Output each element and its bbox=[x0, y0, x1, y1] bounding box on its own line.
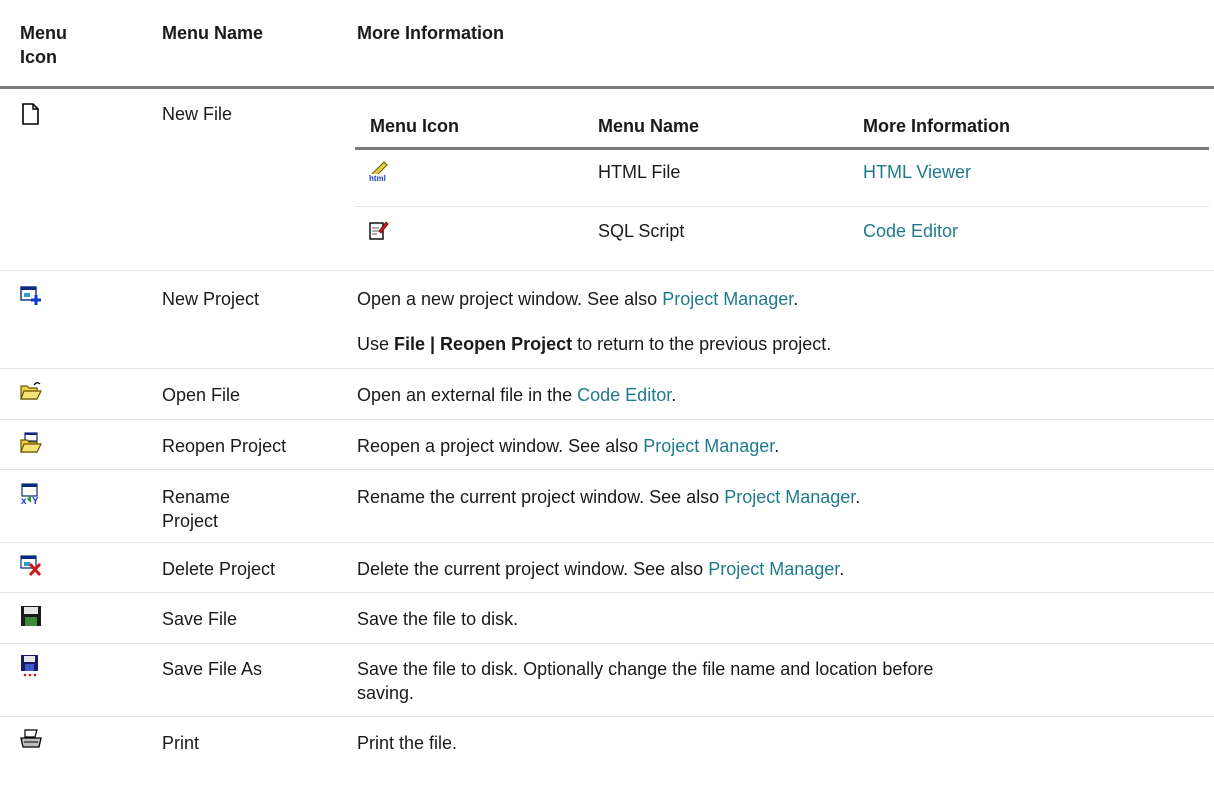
row-divider bbox=[0, 419, 1214, 420]
code-editor-link[interactable]: Code Editor bbox=[577, 385, 671, 405]
row-open-file-name: Open File bbox=[162, 385, 241, 405]
reopen-hint-pre: Use bbox=[357, 334, 395, 354]
row-divider bbox=[0, 270, 1214, 271]
project-manager-link[interactable]: Project Manager bbox=[724, 487, 855, 507]
row-divider bbox=[0, 542, 1214, 543]
html-file-icon: html bbox=[369, 161, 389, 182]
sql-script-icon bbox=[369, 221, 389, 240]
subtable-divider bbox=[355, 206, 1209, 207]
punct: . bbox=[839, 559, 845, 579]
header-rule bbox=[0, 86, 1214, 89]
project-manager-link[interactable]: Project Manager bbox=[662, 289, 793, 309]
header-menu-icon-text: Menu Icon bbox=[20, 23, 67, 67]
save-file-as-icon bbox=[21, 655, 38, 677]
row-new-project-info-text: Open a new project window. See also bbox=[357, 289, 663, 309]
subtable-header-icon: Menu Icon bbox=[370, 116, 459, 136]
row-new-project-info-2: Use File | Reopen Project to return to t… bbox=[357, 332, 831, 356]
row-rename-project-info-text: Rename the current project window. See a… bbox=[357, 487, 725, 507]
punct: . bbox=[671, 385, 677, 405]
row-rename-project-name-line2: Project bbox=[162, 511, 219, 531]
project-manager-link[interactable]: Project Manager bbox=[643, 436, 774, 456]
header-menu-icon: Menu Icon bbox=[20, 21, 100, 69]
svg-text:Y: Y bbox=[32, 496, 39, 505]
row-print-info: Print the file. bbox=[357, 733, 458, 753]
new-project-icon bbox=[20, 286, 41, 305]
row-divider bbox=[0, 469, 1214, 470]
row-print-name: Print bbox=[162, 733, 200, 753]
row-delete-project-name: Delete Project bbox=[162, 559, 276, 579]
print-icon bbox=[20, 729, 42, 748]
subtable-header-name: Menu Name bbox=[598, 116, 700, 136]
row-rename-project-name: Rename Project bbox=[162, 485, 230, 533]
row-open-file-info: Open an external file in the Code Editor… bbox=[357, 383, 676, 407]
row-new-project-info-1: Open a new project window. See also Proj… bbox=[357, 287, 798, 311]
punct: . bbox=[793, 289, 799, 309]
open-file-icon bbox=[20, 382, 42, 400]
header-more-information: More Information bbox=[357, 23, 504, 43]
row-save-file-as-info-line1: Save the file to disk. Optionally change… bbox=[357, 659, 934, 679]
row-delete-project-info: Delete the current project window. See a… bbox=[357, 557, 844, 581]
row-save-file-name: Save File bbox=[162, 609, 238, 629]
row-delete-project-info-text: Delete the current project window. See a… bbox=[357, 559, 709, 579]
row-divider bbox=[0, 368, 1214, 369]
row-reopen-project-info: Reopen a project window. See also Projec… bbox=[357, 434, 779, 458]
subtable-row-html-name: HTML File bbox=[598, 162, 681, 182]
header-menu-name: Menu Name bbox=[162, 23, 264, 43]
row-new-project-name: New Project bbox=[162, 289, 260, 309]
row-rename-project-name-line1: Rename bbox=[162, 487, 231, 507]
punct: . bbox=[855, 487, 861, 507]
reopen-hint-menu-path: File | Reopen Project bbox=[394, 334, 573, 354]
row-open-file-info-text: Open an external file in the bbox=[357, 385, 578, 405]
row-save-file-as-name: Save File As bbox=[162, 659, 263, 679]
punct: . bbox=[774, 436, 780, 456]
row-reopen-project-name: Reopen Project bbox=[162, 436, 287, 456]
row-rename-project-info: Rename the current project window. See a… bbox=[357, 485, 860, 509]
new-file-icon bbox=[22, 103, 39, 125]
row-new-file-name: New File bbox=[162, 104, 233, 124]
delete-project-icon bbox=[20, 555, 42, 576]
rename-project-icon: x Y bbox=[21, 483, 39, 505]
html-viewer-link[interactable]: HTML Viewer bbox=[863, 160, 971, 184]
subtable-header-info: More Information bbox=[863, 116, 1010, 136]
row-save-file-info: Save the file to disk. bbox=[357, 609, 519, 629]
save-file-icon bbox=[21, 606, 41, 626]
subtable-header-rule bbox=[355, 147, 1209, 150]
code-editor-link[interactable]: Code Editor bbox=[863, 219, 958, 243]
reopen-hint-post: to return to the previous project. bbox=[572, 334, 832, 354]
reopen-project-icon bbox=[20, 432, 42, 453]
row-divider bbox=[0, 643, 1214, 644]
row-reopen-project-info-text: Reopen a project window. See also bbox=[357, 436, 644, 456]
row-save-file-as-info: Save the file to disk. Optionally change… bbox=[357, 657, 933, 705]
svg-text:html: html bbox=[369, 174, 386, 182]
project-manager-link[interactable]: Project Manager bbox=[708, 559, 839, 579]
row-divider bbox=[0, 716, 1214, 717]
row-divider bbox=[0, 592, 1214, 593]
subtable-row-sql-name: SQL Script bbox=[598, 221, 685, 241]
svg-text:x: x bbox=[21, 496, 27, 505]
row-save-file-as-info-line2: saving. bbox=[357, 683, 415, 703]
